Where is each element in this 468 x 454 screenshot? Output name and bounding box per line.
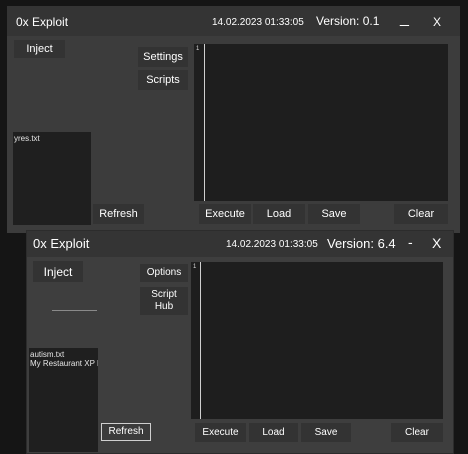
inject-button[interactable]: Inject [14,40,65,58]
load-button[interactable]: Load [249,423,298,442]
minimize-button[interactable]: _ [400,10,409,28]
list-item[interactable]: My Restaurant XP F [30,359,98,368]
load-button[interactable]: Load [253,204,305,224]
line-number: 1 [193,264,197,270]
refresh-button[interactable]: Refresh [101,423,151,441]
clear-button[interactable]: Clear [391,423,443,442]
script-list[interactable]: autism.txt My Restaurant XP F [29,348,98,452]
minimize-button[interactable]: - [408,234,413,250]
window-title: 0x Exploit [33,236,90,251]
line-number: 1 [196,46,200,52]
exploit-window-v01: 0x Exploit 14.02.2023 01:33:05 Version: … [7,6,460,233]
script-list[interactable]: yres.txt [13,132,91,225]
execute-button[interactable]: Execute [199,204,251,224]
settings-button[interactable]: Settings [138,47,188,67]
refresh-button[interactable]: Refresh [93,204,144,224]
list-item[interactable]: yres.txt [14,134,90,143]
version-label: Version: 6.4 [327,236,396,251]
datetime-label: 14.02.2023 01:33:05 [212,17,304,28]
exploit-window-v64: 0x Exploit 14.02.2023 01:33:05 Version: … [27,231,453,453]
script-editor[interactable]: 1 [191,262,443,419]
version-label: Version: 0.1 [316,14,380,28]
close-button[interactable]: X [433,15,441,29]
save-button[interactable]: Save [301,423,351,442]
scripts-button[interactable]: Scripts [138,70,188,90]
title-bar[interactable]: 0x Exploit 14.02.2023 01:33:05 Version: … [27,231,453,257]
execute-button[interactable]: Execute [195,423,246,442]
datetime-label: 14.02.2023 01:33:05 [226,239,318,250]
inject-button[interactable]: Inject [33,261,83,282]
save-button[interactable]: Save [308,204,360,224]
options-button[interactable]: Options [140,264,188,282]
window-title: 0x Exploit [16,15,69,29]
close-button[interactable]: X [432,235,441,251]
line-number-gutter: 1 [194,44,205,201]
list-item[interactable]: autism.txt [30,350,97,359]
line-number-gutter: 1 [191,262,201,419]
script-editor[interactable]: 1 [194,44,448,201]
script-hub-button[interactable]: Script Hub [140,287,188,315]
clear-button[interactable]: Clear [394,204,448,224]
title-bar[interactable]: 0x Exploit 14.02.2023 01:33:05 Version: … [7,6,460,36]
divider [52,310,97,311]
